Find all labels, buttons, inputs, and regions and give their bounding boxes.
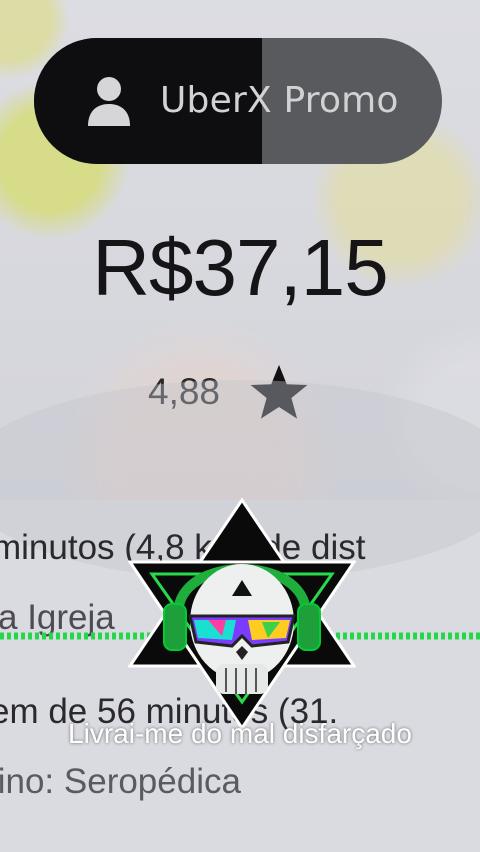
- skull-headphones-emblem: [128, 497, 356, 731]
- product-name: UberX Promo: [160, 80, 399, 121]
- video-caption: Livrai-me do mal disfarçado: [68, 718, 412, 749]
- destination-text: tino: Seropédica: [0, 762, 241, 801]
- product-pill[interactable]: UberX Promo: [34, 38, 442, 164]
- fare-amount: R$37,15: [92, 223, 388, 312]
- person-icon: [88, 77, 130, 126]
